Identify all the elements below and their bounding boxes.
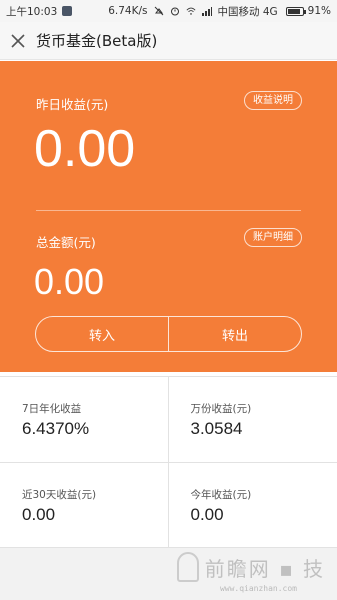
yesterday-earnings-label: 昨日收益(元) xyxy=(36,97,109,112)
page-title: 货币基金(Beta版) xyxy=(36,32,158,50)
stat-label: 7日年化收益 xyxy=(22,403,82,415)
status-time: 上午10:03 xyxy=(6,5,58,18)
account-details-button[interactable]: 账户明细 xyxy=(244,228,302,247)
watermark-logo-icon xyxy=(176,552,199,582)
battery-percent: 91% xyxy=(307,5,331,17)
alarm-icon xyxy=(170,7,179,16)
stat-label: 今年收益(元) xyxy=(190,488,252,501)
stat-label: 近30天收益(元) xyxy=(22,488,97,501)
stats-grid: 7日年化收益 6.4370% 万份收益(元) 3.0584 近30天收益(元) … xyxy=(0,376,337,548)
earnings-panel: 昨日收益(元) 收益说明 0.00 总金额(元) 账户明细 0.00 转入 转出 xyxy=(0,61,337,372)
title-bar: 货币基金(Beta版) xyxy=(0,22,337,60)
signal-icon xyxy=(201,7,212,16)
watermark-url: www.qianzhan.com xyxy=(219,584,297,593)
stat-label: 万份收益(元) xyxy=(190,403,252,415)
wifi-icon xyxy=(186,7,195,15)
close-button[interactable] xyxy=(0,22,36,60)
transfer-out-button[interactable]: 转出 xyxy=(169,317,301,351)
stat-value: 6.4370% xyxy=(22,419,90,438)
net-speed: 6.74K/s xyxy=(108,5,148,17)
close-icon xyxy=(11,33,25,48)
stat-value: 0.00 xyxy=(190,504,224,524)
transfer-in-button[interactable]: 转入 xyxy=(36,317,168,351)
bottom-area: 前瞻网 ▪ 技 www.qianzhan.com xyxy=(0,548,337,600)
battery-icon xyxy=(285,6,306,16)
stat-value: 3.0584 xyxy=(190,419,243,438)
stat-cell-thirty-day: 近30天收益(元) 0.00 xyxy=(0,462,169,548)
carrier: 中国移动 4G xyxy=(217,5,278,18)
notification-icon xyxy=(62,6,73,16)
mute-icon xyxy=(154,6,163,16)
watermark: 前瞻网 ▪ 技 xyxy=(176,552,325,582)
stat-cell-per-ten-thousand: 万份收益(元) 3.0584 xyxy=(168,377,337,463)
total-amount-value: 0.00 xyxy=(34,261,105,302)
earnings-info-button[interactable]: 收益说明 xyxy=(244,91,302,110)
stat-cell-this-year: 今年收益(元) 0.00 xyxy=(168,462,337,548)
yesterday-earnings-value: 0.00 xyxy=(34,120,136,178)
status-bar: 上午10:03 6.74K/s 中国移动 4G 91% xyxy=(0,0,337,22)
total-amount-label: 总金额(元) xyxy=(36,235,96,250)
watermark-text: 前瞻网 ▪ 技 xyxy=(204,556,325,581)
transfer-button-group: 转入 转出 xyxy=(35,316,302,352)
stat-cell-seven-day-yield: 7日年化收益 6.4370% xyxy=(0,377,169,463)
stat-value: 0.00 xyxy=(22,504,56,524)
divider xyxy=(36,210,301,211)
